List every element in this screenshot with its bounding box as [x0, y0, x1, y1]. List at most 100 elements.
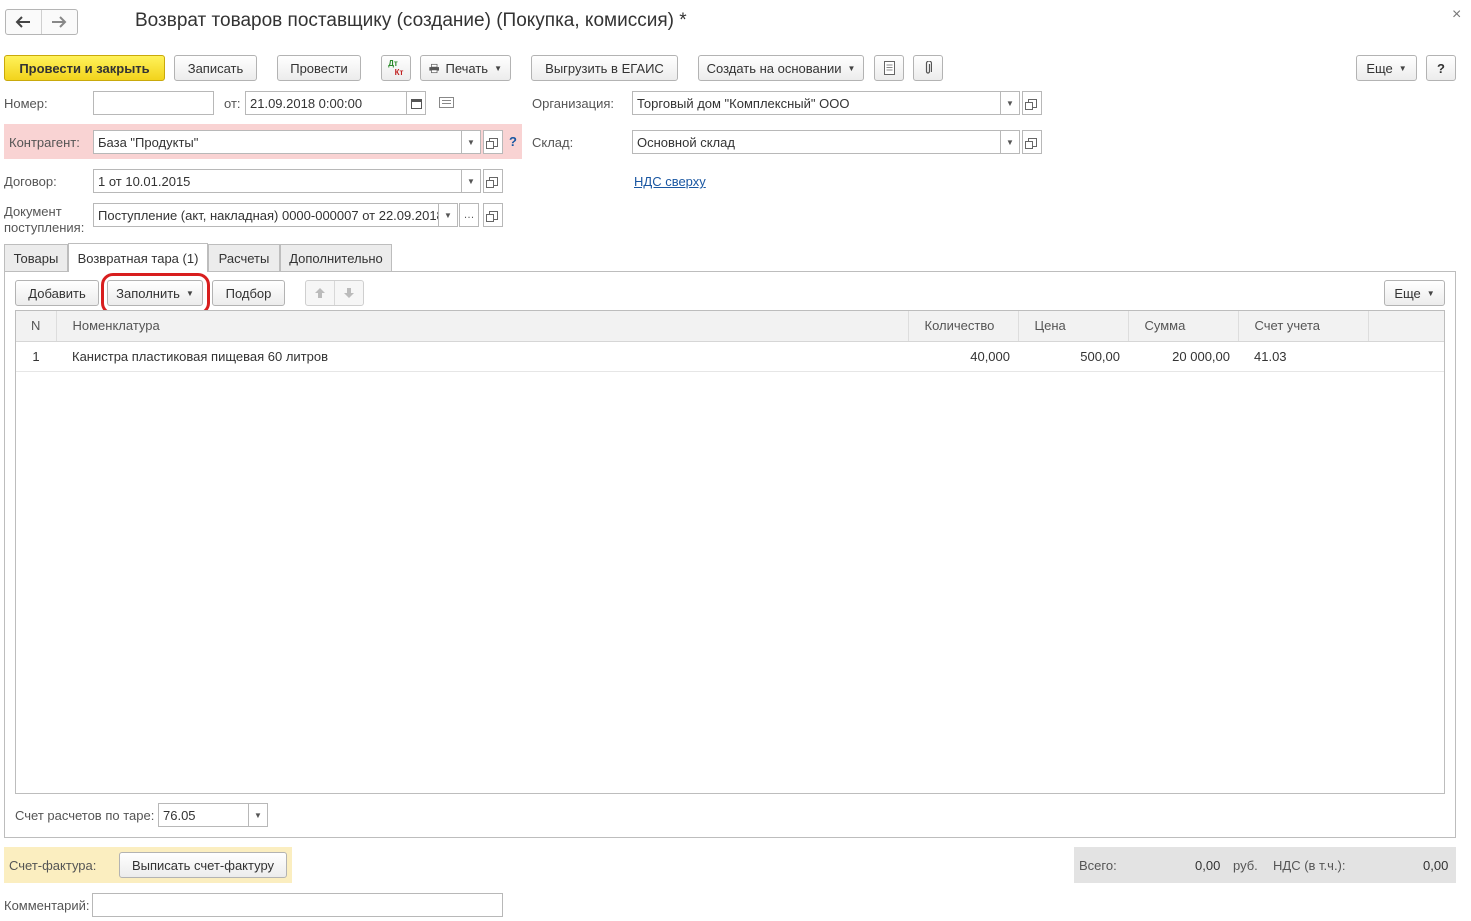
receipt-doc-label-line2: поступления:	[4, 220, 85, 235]
row-account: 41.03	[1238, 341, 1368, 372]
date-label: от:	[224, 96, 241, 111]
tab-settlements[interactable]: Расчеты	[208, 244, 280, 271]
table-row[interactable]: 1 Канистра пластиковая пищевая 60 литров…	[16, 341, 1444, 372]
post-and-close-button[interactable]: Провести и закрыть	[4, 55, 165, 81]
total-label: Всего:	[1079, 858, 1117, 873]
number-field[interactable]	[93, 91, 214, 115]
tare-account-dropdown-button[interactable]: ▼	[248, 803, 268, 827]
close-icon[interactable]: ×	[1452, 6, 1461, 24]
organization-dropdown-button[interactable]: ▼	[1000, 91, 1020, 115]
column-header-sum[interactable]: Сумма	[1128, 311, 1239, 342]
date-field[interactable]: 21.09.2018 0:00:00	[245, 91, 407, 115]
receipt-doc-open-button[interactable]	[483, 203, 503, 227]
column-header-item[interactable]: Номенклатура	[56, 311, 909, 342]
arrow-down-icon[interactable]	[335, 281, 363, 305]
pick-button[interactable]: Подбор	[212, 280, 285, 306]
tab-goods[interactable]: Товары	[4, 244, 68, 271]
print-label: Печать	[445, 60, 489, 76]
calendar-button[interactable]	[406, 91, 426, 115]
dt-kt-icon-bottom: Кт	[394, 68, 404, 77]
chevron-down-icon: ▼	[494, 63, 502, 73]
window-title: Возврат товаров поставщику (создание) (П…	[135, 10, 687, 31]
receipt-doc-field[interactable]: Поступление (акт, накладная) 0000-000007…	[93, 203, 439, 227]
document-button[interactable]	[874, 55, 904, 81]
counterparty-field[interactable]: База "Продукты"	[93, 130, 462, 154]
open-icon	[1024, 137, 1037, 149]
back-arrow-icon[interactable]	[6, 10, 42, 34]
currency-label: руб.	[1233, 858, 1258, 873]
vat-on-top-link[interactable]: НДС сверху	[634, 174, 706, 189]
table-more-button[interactable]: Еще ▼	[1384, 280, 1445, 306]
tab-returnable-tare[interactable]: Возвратная тара (1)	[68, 243, 208, 272]
total-value: 0,00	[1195, 858, 1221, 873]
column-header-account[interactable]: Счет учета	[1238, 311, 1369, 342]
counterparty-label: Контрагент:	[9, 135, 80, 150]
issue-invoice-button[interactable]: Выписать счет-фактуру	[119, 852, 287, 878]
receipt-doc-dropdown-button[interactable]: ▼	[438, 203, 458, 227]
open-icon	[1024, 98, 1037, 110]
open-icon	[485, 176, 498, 188]
warehouse-label: Склад:	[532, 135, 574, 150]
contract-label: Договор:	[4, 174, 57, 189]
open-icon	[485, 210, 498, 222]
column-header-qty[interactable]: Количество	[908, 311, 1019, 342]
contract-field[interactable]: 1 от 10.01.2015	[93, 169, 462, 193]
column-header-n[interactable]: N	[16, 311, 57, 342]
forward-arrow-icon[interactable]	[42, 10, 78, 34]
organization-open-button[interactable]	[1022, 91, 1042, 115]
calendar-icon	[410, 98, 422, 109]
warehouse-dropdown-button[interactable]: ▼	[1000, 130, 1020, 154]
row-item: Канистра пластиковая пищевая 60 литров	[56, 341, 908, 372]
organization-field[interactable]: Торговый дом "Комплексный" ООО	[632, 91, 1001, 115]
create-based-on-label: Создать на основании	[706, 60, 842, 76]
counterparty-dropdown-button[interactable]: ▼	[461, 130, 481, 154]
contract-open-button[interactable]	[483, 169, 503, 193]
create-based-on-button[interactable]: Создать на основании ▼	[698, 55, 864, 81]
counterparty-help-icon[interactable]: ?	[509, 134, 517, 149]
column-header-price[interactable]: Цена	[1018, 311, 1129, 342]
dt-kt-button[interactable]: Дт Кт	[381, 55, 411, 81]
open-icon	[485, 137, 498, 149]
row-filler	[1368, 341, 1444, 372]
table-more-label: Еще	[1394, 285, 1421, 301]
warehouse-open-button[interactable]	[1022, 130, 1042, 154]
counterparty-open-button[interactable]	[483, 130, 503, 154]
warehouse-field[interactable]: Основной склад	[632, 130, 1001, 154]
save-button[interactable]: Записать	[174, 55, 257, 81]
chevron-down-icon: ▼	[1426, 288, 1435, 298]
egais-export-button[interactable]: Выгрузить в ЕГАИС	[531, 55, 678, 81]
add-button[interactable]: Добавить	[15, 280, 99, 306]
receipt-doc-select-button[interactable]: …	[459, 203, 479, 227]
more-button[interactable]: Еще ▼	[1356, 55, 1417, 81]
tab-additional[interactable]: Дополнительно	[280, 244, 392, 271]
tare-account-label: Счет расчетов по таре:	[15, 808, 155, 823]
paperclip-icon	[925, 61, 932, 74]
post-button[interactable]: Провести	[277, 55, 361, 81]
table-header-row: N Номенклатура Количество Цена Сумма Сче…	[16, 311, 1444, 342]
dt-kt-icon-top: Дт	[388, 59, 398, 68]
arrow-up-icon[interactable]	[306, 281, 335, 305]
number-settings-icon[interactable]	[439, 97, 454, 108]
number-label: Номер:	[4, 96, 48, 111]
attachment-button[interactable]	[913, 55, 943, 81]
vat-value: 0,00	[1423, 858, 1449, 873]
comment-field[interactable]	[92, 893, 503, 917]
help-button[interactable]: ?	[1426, 55, 1456, 81]
row-qty: 40,000	[908, 341, 1018, 372]
row-number: 1	[16, 341, 56, 372]
invoice-label: Счет-фактура:	[9, 858, 97, 873]
row-sum: 20 000,00	[1128, 341, 1238, 372]
move-buttons	[305, 280, 364, 306]
tare-table: N Номенклатура Количество Цена Сумма Сче…	[15, 310, 1445, 794]
vat-label: НДС (в т.ч.):	[1273, 858, 1346, 873]
receipt-doc-label-line1: Документ	[4, 204, 62, 219]
tare-account-field[interactable]: 76.05	[158, 803, 249, 827]
document-icon	[883, 61, 895, 75]
comment-label: Комментарий:	[4, 898, 90, 913]
chevron-down-icon: ▼	[1398, 63, 1407, 73]
organization-label: Организация:	[532, 96, 615, 111]
printer-icon	[429, 63, 440, 73]
print-button[interactable]: Печать ▼	[420, 55, 511, 81]
row-price: 500,00	[1018, 341, 1128, 372]
contract-dropdown-button[interactable]: ▼	[461, 169, 481, 193]
